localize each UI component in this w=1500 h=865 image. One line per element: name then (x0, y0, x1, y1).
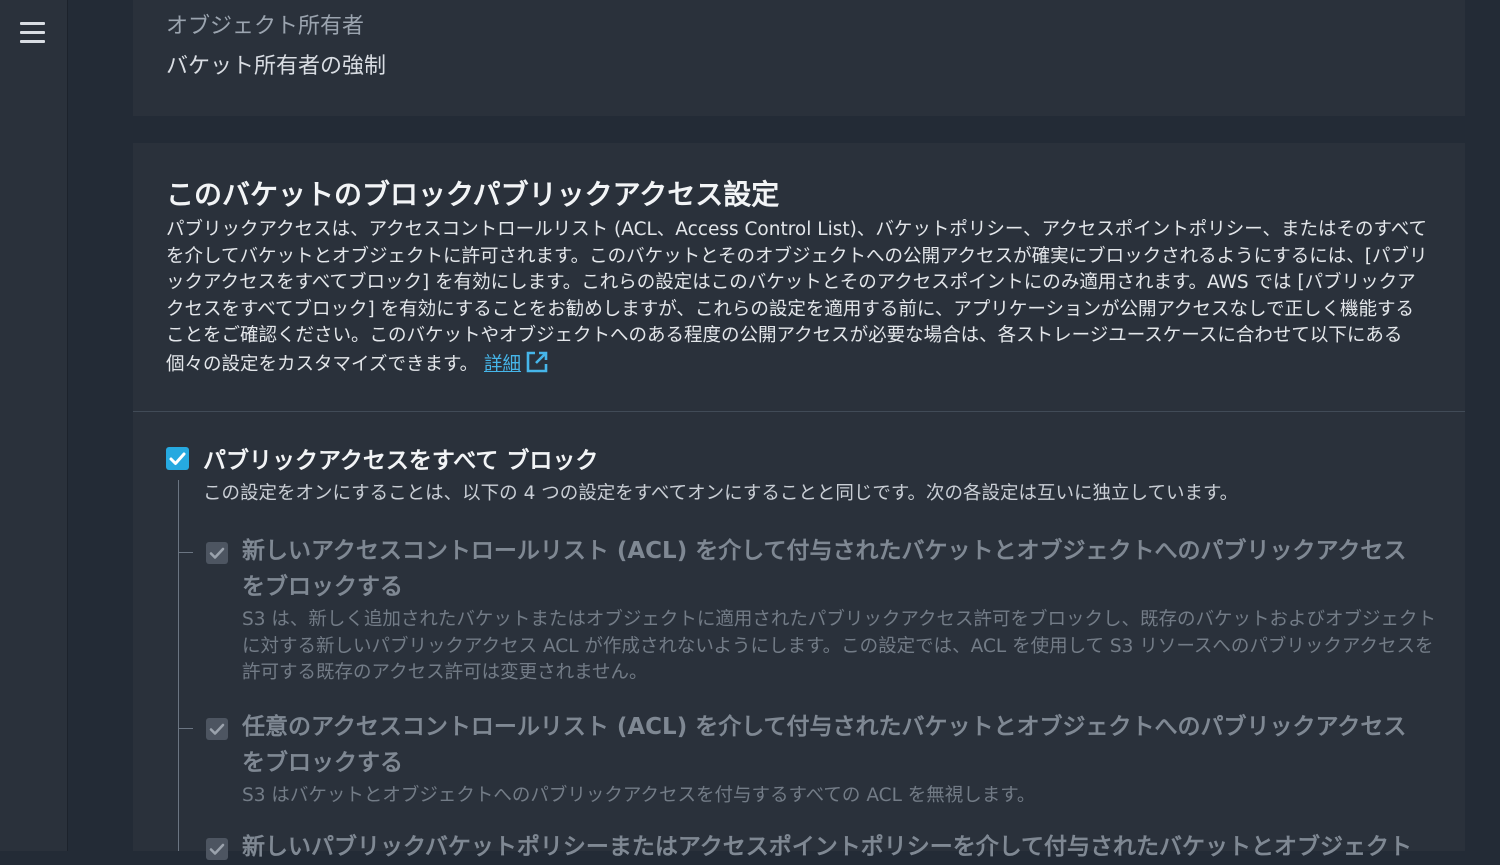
tree-connector-tick (178, 552, 193, 553)
block-new-acl-label: 新しいアクセスコントロールリスト (ACL) を介して付与されたバケットとオブジ… (242, 538, 1407, 600)
tree-connector-line (178, 480, 179, 851)
checkmark-icon (169, 452, 186, 465)
block-new-policy-checkbox (206, 838, 228, 860)
checkmark-icon (209, 723, 225, 735)
learn-more-link[interactable]: 詳細 (484, 354, 521, 375)
block-any-acl-label: 任意のアクセスコントロールリスト (ACL) を介して付与されたバケットとオブジ… (242, 714, 1407, 776)
checkmark-icon (209, 547, 225, 559)
side-navigation (0, 0, 68, 851)
hamburger-menu-icon[interactable] (20, 22, 46, 44)
block-new-acl-checkbox (206, 542, 228, 564)
tree-connector-tick (178, 728, 193, 729)
block-any-acl-description: S3 はバケットとオブジェクトへのパブリックアクセスを付与するすべての ACL … (242, 785, 1036, 806)
object-ownership-label: オブジェクト所有者 (166, 14, 365, 39)
block-all-checkbox[interactable] (166, 447, 189, 470)
object-ownership-panel: オブジェクト所有者 バケット所有者の強制 (133, 0, 1465, 116)
block-new-acl-description: S3 は、新しく追加されたバケットまたはオブジェクトに適用されたパブリックアクセ… (242, 609, 1436, 684)
description-text: パブリックアクセスは、アクセスコントロールリスト (ACL、Access Con… (166, 219, 1428, 375)
block-all-label[interactable]: パブリックアクセスをすべて ブロック (203, 441, 598, 475)
checkmark-icon (209, 843, 225, 855)
external-link-icon[interactable] (525, 350, 549, 383)
block-all-description: この設定をオンにすることは、以下の 4 つの設定をすべてオンにすることと同じです… (203, 483, 1239, 504)
block-public-access-panel: このバケットのブロックパブリックアクセス設定 パブリックアクセスは、アクセスコン… (133, 143, 1465, 860)
block-new-policy-label: 新しいパブリックバケットポリシーまたはアクセスポイントポリシーを介して付与された… (242, 834, 1413, 860)
block-any-acl-checkbox (206, 718, 228, 740)
section-divider (133, 411, 1465, 412)
section-description: パブリックアクセスは、アクセスコントロールリスト (ACL、Access Con… (166, 217, 1428, 383)
object-ownership-value: バケット所有者の強制 (166, 54, 387, 79)
section-title: このバケットのブロックパブリックアクセス設定 (166, 178, 780, 211)
